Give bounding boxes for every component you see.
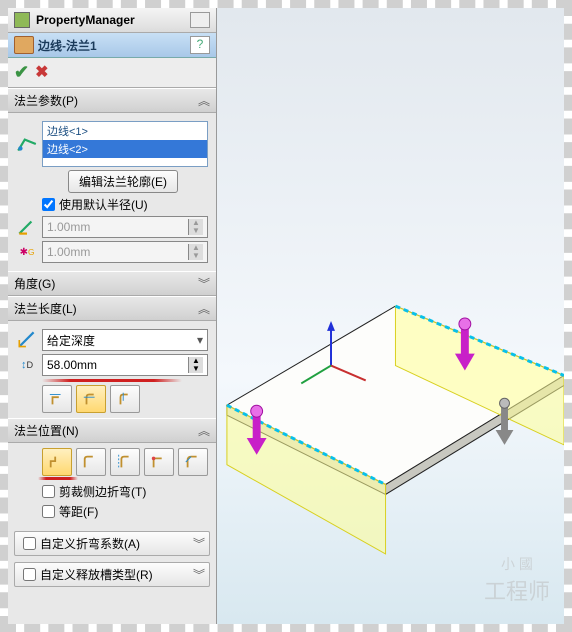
chevron-up-icon: ︽ — [198, 300, 210, 317]
bend-allowance-row[interactable]: 自定义折弯系数(A) ︾ — [14, 531, 210, 556]
relief-label: 自定义释放槽类型(R) — [40, 566, 153, 583]
section-params-body: 边线<1> 边线<2> 编辑法兰轮廓(E) 使用默认半径(U) 1.00mm ▲… — [8, 113, 216, 271]
end-condition-dropdown[interactable]: 给定深度 ▾ — [42, 329, 208, 351]
chevron-up-icon: ︽ — [198, 92, 210, 109]
help-button[interactable]: ? — [190, 36, 210, 54]
section-position-header[interactable]: 法兰位置(N) ︽ — [8, 418, 216, 443]
trim-side-label: 剪裁侧边折弯(T) — [59, 483, 146, 500]
section-length-title: 法兰长度(L) — [14, 300, 77, 317]
use-default-radius-row[interactable]: 使用默认半径(U) — [16, 196, 208, 213]
list-item[interactable]: 边线<1> — [43, 122, 207, 140]
length-ref-outer-virtual-button[interactable] — [42, 385, 72, 413]
model-preview — [217, 8, 564, 624]
bend-radius-icon — [16, 218, 38, 236]
position-row — [16, 448, 208, 476]
chevron-up-icon: ︽ — [198, 422, 210, 439]
viewport-3d[interactable]: 小 國 工程师 — [217, 8, 564, 624]
position-material-inside-button[interactable] — [42, 448, 72, 476]
highlight-underline-icon — [38, 477, 78, 480]
confirm-bar: ✔ ✖ — [8, 58, 216, 88]
gap-icon: ✱G — [16, 243, 38, 261]
section-angle-title: 角度(G) — [14, 275, 55, 292]
cancel-button[interactable]: ✖ — [35, 62, 48, 83]
position-tangent-button[interactable] — [178, 448, 208, 476]
pin-icon[interactable] — [190, 12, 210, 28]
use-default-radius-label: 使用默认半径(U) — [59, 196, 148, 213]
property-manager-panel: PropertyManager 边线-法兰1 ? ✔ ✖ 法兰参数(P) ︽ 边… — [8, 8, 217, 624]
length-ref-tangent-button[interactable] — [76, 385, 106, 413]
pm-header: PropertyManager — [8, 8, 216, 33]
bend-radius-input: 1.00mm ▲▼ — [42, 216, 208, 238]
chevron-down-icon: ︾ — [193, 566, 205, 583]
pm-icon — [14, 12, 30, 28]
edge-select-icon — [16, 135, 38, 153]
chevron-down-icon: ▾ — [197, 333, 203, 347]
end-condition-icon — [16, 331, 38, 349]
section-position-title: 法兰位置(N) — [14, 422, 79, 439]
edit-profile-button[interactable]: 编辑法兰轮廓(E) — [68, 170, 178, 193]
distance-icon: ↕D — [16, 356, 38, 374]
feature-name: 边线-法兰1 — [38, 37, 97, 54]
position-bend-outside-button[interactable] — [110, 448, 140, 476]
equal-offset-checkbox[interactable] — [42, 505, 55, 518]
trim-side-row[interactable]: 剪裁侧边折弯(T) — [16, 483, 208, 500]
chevron-down-icon: ︾ — [198, 275, 210, 292]
edge-list[interactable]: 边线<1> 边线<2> — [42, 121, 208, 167]
length-ref-row — [16, 385, 208, 413]
list-item[interactable]: 边线<2> — [43, 140, 207, 158]
gap-input: 1.00mm ▲▼ — [42, 241, 208, 263]
relief-checkbox[interactable] — [23, 568, 36, 581]
section-params-header[interactable]: 法兰参数(P) ︽ — [8, 88, 216, 113]
use-default-radius-checkbox[interactable] — [42, 198, 55, 211]
highlight-underline-icon — [42, 379, 182, 382]
section-length-header[interactable]: 法兰长度(L) ︽ — [8, 296, 216, 321]
section-length-body: 给定深度 ▾ ↕D 58.00mm ▲▼ — [8, 321, 216, 418]
pm-title: PropertyManager — [36, 13, 135, 27]
edge-flange-icon — [14, 36, 34, 54]
distance-input[interactable]: 58.00mm ▲▼ — [42, 354, 208, 376]
bend-allowance-label: 自定义折弯系数(A) — [40, 535, 140, 552]
feature-bar: 边线-法兰1 ? — [8, 33, 216, 58]
spin-down[interactable]: ▼ — [189, 365, 203, 373]
length-ref-inner-virtual-button[interactable] — [110, 385, 140, 413]
relief-row[interactable]: 自定义释放槽类型(R) ︾ — [14, 562, 210, 587]
section-params-title: 法兰参数(P) — [14, 92, 78, 109]
section-position-body: 剪裁侧边折弯(T) 等距(F) — [8, 443, 216, 528]
chevron-down-icon: ︾ — [193, 535, 205, 552]
ok-button[interactable]: ✔ — [14, 62, 29, 83]
section-angle-header[interactable]: 角度(G) ︾ — [8, 271, 216, 296]
position-material-outside-button[interactable] — [76, 448, 106, 476]
trim-side-checkbox[interactable] — [42, 485, 55, 498]
equal-offset-label: 等距(F) — [59, 503, 98, 520]
equal-offset-row[interactable]: 等距(F) — [16, 503, 208, 520]
position-virtual-sharp-button[interactable] — [144, 448, 174, 476]
bend-allowance-checkbox[interactable] — [23, 537, 36, 550]
